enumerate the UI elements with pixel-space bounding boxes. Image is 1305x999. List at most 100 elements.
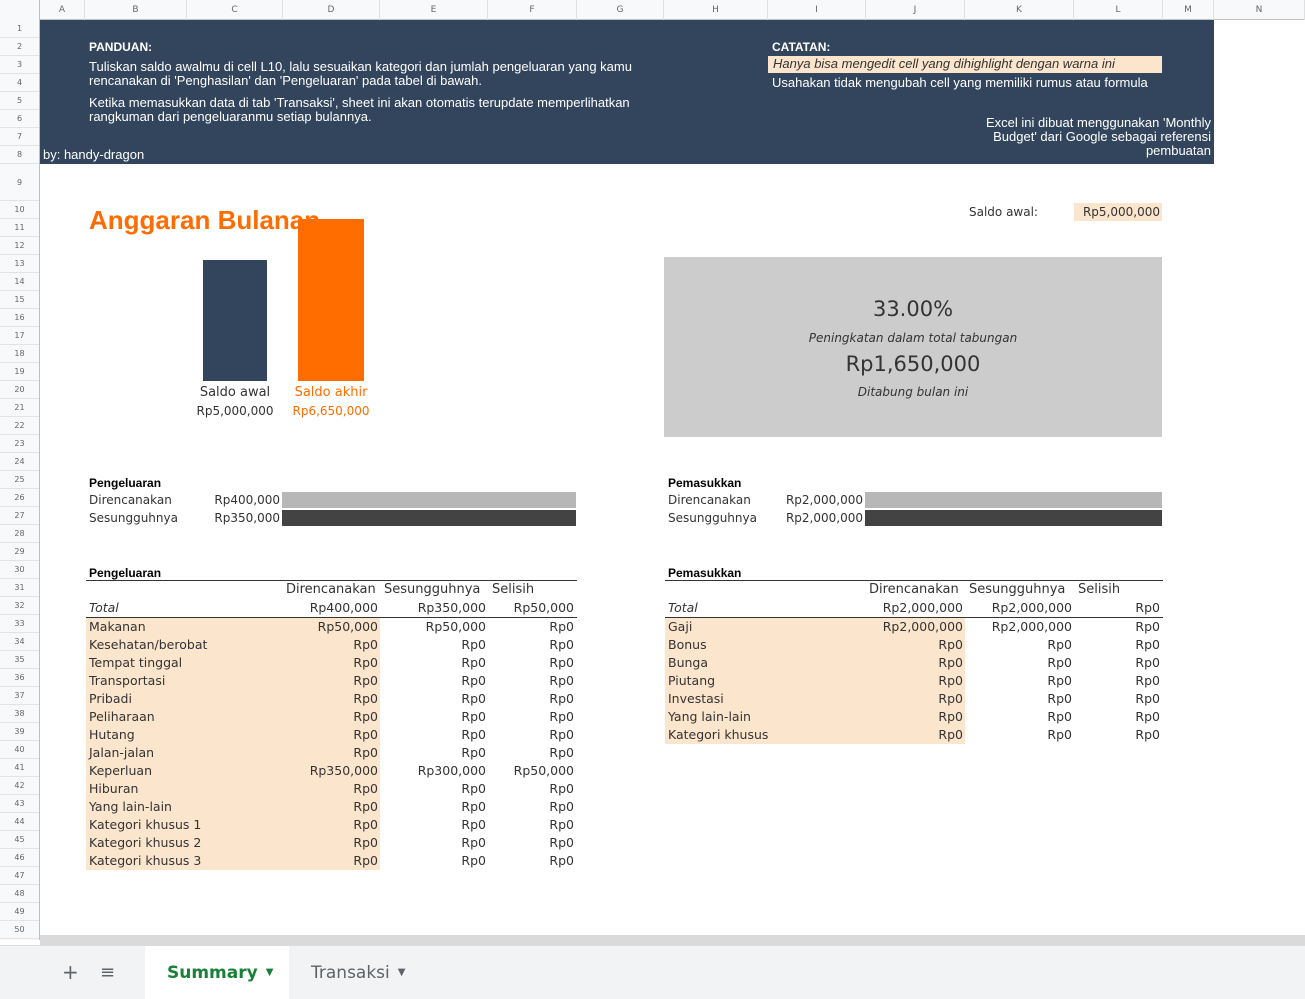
actual-value: Rp0 <box>461 709 486 724</box>
row-header-cell[interactable]: 30 <box>0 561 39 579</box>
column-header-cell[interactable]: F <box>488 0 577 20</box>
author-credit: by: handy-dragon <box>43 147 145 162</box>
difference-value: Rp0 <box>549 619 574 634</box>
row-header-cell[interactable]: 41 <box>0 759 39 777</box>
planned-value: Rp0 <box>353 691 378 706</box>
horizontal-scrollbar[interactable] <box>40 935 1305 945</box>
row-header-cell[interactable]: 43 <box>0 795 39 813</box>
row-header-cell[interactable]: 3 <box>0 56 39 74</box>
guide-title: PANDUAN: <box>89 40 153 54</box>
planned-value: Rp0 <box>353 637 378 652</box>
row-header-cell[interactable]: 33 <box>0 615 39 633</box>
row-header-cell[interactable]: 7 <box>0 128 39 146</box>
actual-value: Rp300,000 <box>417 763 486 778</box>
column-header-cell[interactable]: H <box>664 0 768 20</box>
row-header-cell[interactable]: 31 <box>0 579 39 597</box>
chevron-down-icon[interactable]: ▼ <box>398 967 406 978</box>
start-balance-input[interactable]: Rp5,000,000 <box>1074 203 1162 221</box>
difference-value: Rp0 <box>1135 673 1160 688</box>
row-header-cell[interactable]: 42 <box>0 777 39 795</box>
planned-value: Rp350,000 <box>309 763 378 778</box>
column-header-cell[interactable]: G <box>577 0 664 20</box>
total-value: Rp400,000 <box>309 600 378 615</box>
row-header-cell[interactable]: 9 <box>0 164 39 201</box>
row-header-cell[interactable]: 18 <box>0 345 39 363</box>
category-name-cell[interactable] <box>665 618 865 636</box>
plus-icon[interactable]: + <box>62 960 79 984</box>
column-header-cell[interactable]: B <box>85 0 187 20</box>
row-header-cell[interactable]: 17 <box>0 327 39 345</box>
row-header-cell[interactable]: 23 <box>0 435 39 453</box>
column-header-cell[interactable]: D <box>283 0 380 20</box>
row-header-cell[interactable]: 2 <box>0 38 39 56</box>
income-bars-title: Pemasukkan <box>668 476 742 490</box>
row-header-cell[interactable]: 26 <box>0 489 39 507</box>
row-header-cell[interactable]: 47 <box>0 867 39 885</box>
row-header-cell[interactable]: 29 <box>0 543 39 561</box>
row-header-cell[interactable]: 25 <box>0 471 39 489</box>
column-header-cell[interactable]: M <box>1163 0 1214 20</box>
planned-value: Rp0 <box>353 853 378 868</box>
column-header-cell[interactable]: J <box>866 0 965 20</box>
row-header-cell[interactable]: 8 <box>0 146 39 164</box>
row-header-cell[interactable]: 4 <box>0 74 39 92</box>
planned-value: Rp0 <box>353 709 378 724</box>
planned-value: Rp0 <box>938 673 963 688</box>
row-header-cell[interactable]: 35 <box>0 651 39 669</box>
sheet-list-icon[interactable]: ≡ <box>100 962 115 983</box>
row-header-cell[interactable]: 5 <box>0 92 39 110</box>
column-header-label: Selisih <box>1078 582 1121 597</box>
row-header-cell[interactable]: 44 <box>0 813 39 831</box>
row-header-cell[interactable]: 34 <box>0 633 39 651</box>
row-header-cell[interactable]: 40 <box>0 741 39 759</box>
column-header-cell[interactable]: I <box>768 0 866 20</box>
tab-transaksi[interactable]: Transaksi ▼ <box>289 946 433 999</box>
row-header-cell[interactable]: 20 <box>0 381 39 399</box>
row-header-cell[interactable]: 37 <box>0 687 39 705</box>
row-header-cell[interactable]: 19 <box>0 363 39 381</box>
row-header-cell[interactable]: 39 <box>0 723 39 741</box>
row-header-cell[interactable]: 28 <box>0 525 39 543</box>
column-header-cell[interactable]: N <box>1214 0 1305 20</box>
income-actual-value: Rp2,000,000 <box>785 511 863 525</box>
tab-summary[interactable]: Summary ▼ <box>145 946 289 999</box>
difference-value: Rp0 <box>549 673 574 688</box>
row-header-cell[interactable]: 15 <box>0 291 39 309</box>
select-all-corner[interactable] <box>0 0 40 20</box>
row-header-cell[interactable]: 27 <box>0 507 39 525</box>
row-header-cell[interactable]: 14 <box>0 273 39 291</box>
column-header-cell[interactable]: E <box>380 0 488 20</box>
row-header-cell[interactable]: 38 <box>0 705 39 723</box>
guide-banner: PANDUAN: Tuliskan saldo awalmu di cell L… <box>40 20 1214 164</box>
category-name: Kategori khusus 3 <box>89 853 202 868</box>
row-header-cell[interactable]: 36 <box>0 669 39 687</box>
row-header-cell[interactable]: 11 <box>0 219 39 237</box>
row-header-cell[interactable]: 16 <box>0 309 39 327</box>
column-header-cell[interactable]: K <box>965 0 1074 20</box>
row-header-cell[interactable]: 13 <box>0 255 39 273</box>
row-header-cell[interactable]: 24 <box>0 453 39 471</box>
category-name: Kategori khusus 1 <box>89 817 202 832</box>
column-header-cell[interactable]: A <box>40 0 85 20</box>
credit-line: Excel ini dibuat menggunakan 'Monthly <box>985 115 1211 130</box>
row-header-cell[interactable]: 21 <box>0 399 39 417</box>
column-header-cell[interactable]: L <box>1074 0 1163 20</box>
row-header-cell[interactable]: 50 <box>0 921 39 939</box>
row-header-cell[interactable]: 45 <box>0 831 39 849</box>
spreadsheet-grid[interactable]: ABCDEFGHIJKLMN 1 2 3 4 5 6 7 8 9 10 11 12 13 14 15 16 17… <box>0 0 1305 940</box>
difference-value: Rp0 <box>549 853 574 868</box>
row-header-cell[interactable]: 46 <box>0 849 39 867</box>
row-header-cell[interactable]: 22 <box>0 417 39 435</box>
row-header-cell[interactable]: 6 <box>0 110 39 128</box>
row-header-cell[interactable]: 32 <box>0 597 39 615</box>
chevron-down-icon[interactable]: ▼ <box>266 967 274 978</box>
column-header-cell[interactable]: C <box>187 0 283 20</box>
income-actual-bar <box>865 510 1162 526</box>
row-header-cell[interactable]: 10 <box>0 201 39 219</box>
guide-line: rangkuman dari pengeluaranmu setiap bula… <box>89 109 372 124</box>
row-header-cell[interactable]: 48 <box>0 885 39 903</box>
row-header-cell[interactable]: 1 <box>0 20 39 38</box>
actual-value: Rp0 <box>461 817 486 832</box>
row-header-cell[interactable]: 49 <box>0 903 39 921</box>
row-header-cell[interactable]: 12 <box>0 237 39 255</box>
